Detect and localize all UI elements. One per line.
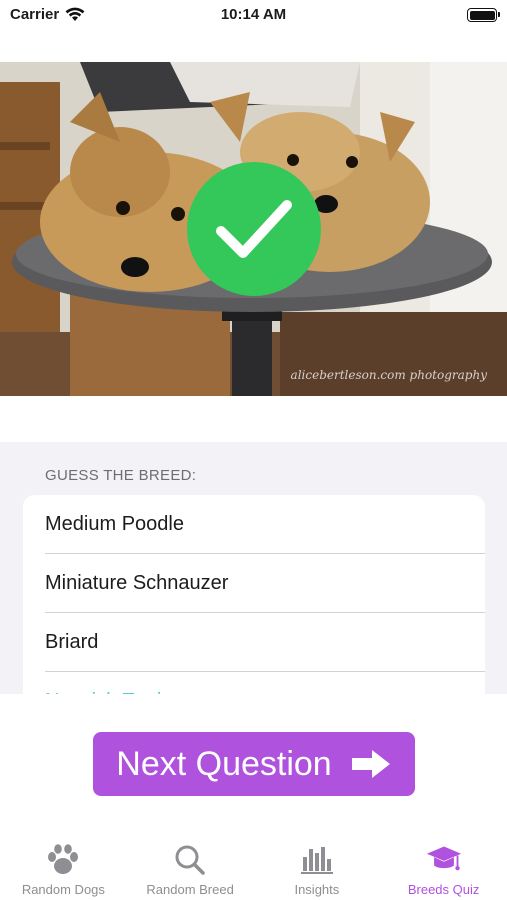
checkmark-icon	[216, 200, 292, 258]
answer-option-norwich-terrier[interactable]: Norwich Terrier	[23, 672, 485, 694]
quiz-header: GUESS THE BREED:	[45, 467, 197, 484]
status-time: 10:14 AM	[220, 6, 287, 23]
search-icon	[172, 842, 208, 878]
arrow-right-icon	[351, 750, 390, 778]
battery-icon	[467, 8, 500, 22]
correct-answer-badge	[187, 162, 321, 296]
photo-watermark: alicebertleson.com photography	[290, 368, 487, 382]
answers-list: Medium Poodle Miniature Schnauzer Briard…	[23, 495, 485, 694]
answer-option-medium-poodle[interactable]: Medium Poodle	[23, 495, 485, 554]
paw-icon	[45, 842, 81, 878]
tab-random-breed[interactable]: Random Breed	[127, 830, 254, 900]
next-question-button[interactable]: Next Question	[93, 732, 415, 796]
tab-random-dogs[interactable]: Random Dogs	[0, 830, 127, 900]
next-question-label: Next Question	[116, 744, 332, 783]
tab-label-breeds-quiz: Breeds Quiz	[407, 882, 480, 897]
bar-chart-icon	[299, 842, 335, 878]
answer-option-briard[interactable]: Briard	[23, 613, 485, 672]
graduation-cap-icon	[426, 842, 462, 878]
tab-label-insights: Insights	[294, 882, 340, 897]
answer-option-miniature-schnauzer[interactable]: Miniature Schnauzer	[23, 554, 485, 613]
tab-bar: Random Dogs Random Breed Insights Breeds…	[0, 830, 507, 900]
tab-label-random-breed: Random Breed	[146, 882, 234, 897]
tab-label-random-dogs: Random Dogs	[21, 882, 105, 897]
dog-photo: alicebertleson.com photography	[0, 62, 507, 396]
tab-breeds-quiz[interactable]: Breeds Quiz	[380, 830, 507, 900]
tab-insights[interactable]: Insights	[254, 830, 381, 900]
quiz-answers-section: GUESS THE BREED: Medium Poodle Miniature…	[0, 442, 507, 694]
status-bar: Carrier 10:14 AM	[0, 0, 507, 32]
